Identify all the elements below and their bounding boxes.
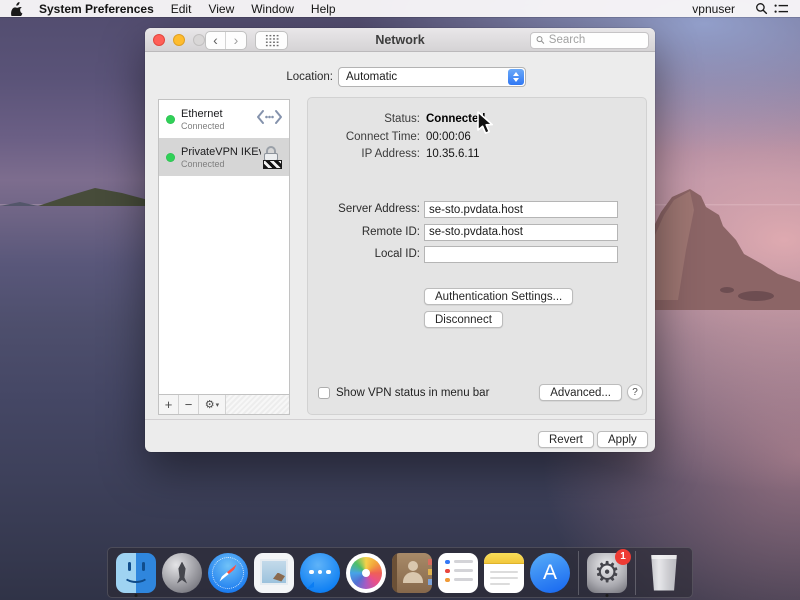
sidebar-item-privatevpn[interactable]: PrivateVPN IKEv2 Connected [159, 138, 289, 176]
remote-id-label: Remote ID: [361, 225, 420, 238]
status-label: Status: [384, 113, 420, 125]
chevron-down-icon: ▾ [215, 401, 220, 409]
apple-menu-icon[interactable] [11, 2, 24, 18]
show-vpn-status-label: Show VPN status in menu bar [336, 387, 490, 399]
show-vpn-status-checkbox[interactable] [318, 387, 330, 399]
revert-button[interactable]: Revert [538, 431, 594, 448]
menu-username[interactable]: vpnuser [692, 2, 735, 16]
notification-badge: 1 [615, 548, 631, 565]
dock-separator [635, 550, 636, 595]
desktop: System Preferences Edit View Window Help… [0, 0, 800, 600]
remote-id-field[interactable] [424, 223, 618, 241]
local-id-label: Local ID: [374, 248, 420, 260]
location-label: Location: [286, 71, 333, 83]
menu-window[interactable]: Window [251, 2, 294, 16]
menu-bar: System Preferences Edit View Window Help… [0, 0, 800, 18]
dock-reminders-icon[interactable] [437, 550, 479, 596]
dock-safari-icon[interactable] [207, 550, 249, 596]
search-input[interactable] [548, 34, 643, 46]
remove-service-button[interactable]: − [179, 395, 199, 414]
status-dot-green [166, 152, 175, 162]
dock-notes-icon[interactable] [483, 550, 525, 596]
window-titlebar[interactable]: ‹ › Network [145, 28, 655, 52]
dock-trash-icon[interactable] [643, 550, 685, 596]
disconnect-button[interactable]: Disconnect [424, 311, 503, 328]
notification-center-icon[interactable] [774, 3, 789, 15]
add-service-button[interactable]: + [159, 395, 179, 414]
location-value: Automatic [346, 71, 398, 83]
network-preferences-window: ‹ › Network Location: Automatic [145, 28, 655, 452]
spotlight-search-icon[interactable] [755, 2, 768, 15]
show-vpn-status-row: Show VPN status in menu bar [318, 387, 489, 399]
sidebar-toolbar: + − ⚙ ▾ [159, 394, 289, 414]
server-address-label: Server Address: [338, 203, 420, 215]
connect-time-label: Connect Time: [345, 131, 420, 143]
ip-address-value: 10.35.6.11 [426, 148, 480, 160]
gear-icon: ⚙ [204, 399, 215, 411]
authentication-settings-button[interactable]: Authentication Settings... [424, 288, 574, 305]
menu-help[interactable]: Help [311, 2, 336, 16]
ethernet-icon [256, 109, 283, 130]
ip-address-row: IP Address: 10.35.6.11 [308, 148, 646, 163]
service-status: Connected [181, 158, 225, 169]
menu-view[interactable]: View [208, 2, 234, 16]
help-button[interactable]: ? [627, 384, 643, 400]
dock-contacts-icon[interactable] [391, 550, 433, 596]
dock-mail-icon[interactable] [253, 550, 295, 596]
services-sidebar: Ethernet Connected PrivateVPN IKEv2 Conn… [158, 99, 290, 415]
sidebar-item-ethernet[interactable]: Ethernet Connected [159, 100, 289, 138]
service-name: PrivateVPN IKEv2 [181, 145, 261, 158]
service-status: Connected [181, 120, 225, 131]
service-name: Ethernet [181, 107, 223, 120]
popup-stepper-icon [508, 69, 524, 85]
preferences-search-field[interactable] [530, 31, 649, 49]
dock-separator [578, 550, 579, 595]
local-id-field[interactable] [424, 246, 618, 263]
location-popup[interactable]: Automatic [338, 67, 526, 87]
mouse-cursor [474, 111, 495, 140]
dock-system-preferences-icon[interactable]: ⚙ 1 [586, 548, 631, 597]
running-indicator [605, 593, 609, 597]
dock-photos-icon[interactable] [345, 550, 387, 596]
running-indicator [134, 593, 138, 597]
menu-edit[interactable]: Edit [171, 2, 192, 16]
vpn-detail-panel: Status: Connected Connect Time: 00:00:06… [307, 97, 647, 415]
server-address-field[interactable] [424, 201, 618, 218]
dock-launchpad-icon[interactable] [161, 550, 203, 596]
service-action-button[interactable]: ⚙ ▾ [199, 395, 226, 414]
vpn-lock-icon [261, 146, 283, 169]
footer-separator [145, 419, 655, 420]
ip-address-label: IP Address: [361, 148, 420, 160]
dock: A ⚙ 1 [107, 547, 693, 598]
menu-app-name[interactable]: System Preferences [39, 2, 154, 16]
status-dot-green [166, 114, 175, 124]
advanced-button[interactable]: Advanced... [539, 384, 622, 401]
apply-button[interactable]: Apply [597, 431, 648, 448]
dock-finder-icon[interactable] [115, 550, 157, 597]
dock-messages-icon[interactable] [299, 550, 341, 596]
dock-app-store-icon[interactable]: A [529, 550, 571, 596]
search-icon [536, 36, 545, 44]
connect-time-value: 00:00:06 [426, 131, 471, 143]
